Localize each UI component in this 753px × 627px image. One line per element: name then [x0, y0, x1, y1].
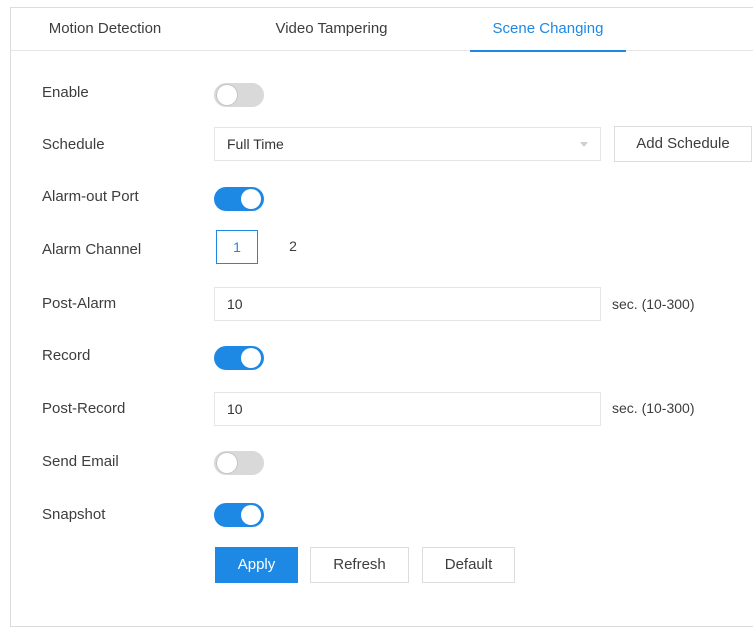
record-toggle[interactable] — [214, 346, 264, 370]
send-email-toggle[interactable] — [214, 451, 264, 475]
alarm-channel-option-2[interactable]: 2 — [272, 230, 314, 264]
schedule-selected-value: Full Time — [227, 136, 284, 152]
apply-button[interactable]: Apply — [215, 547, 298, 583]
tab-bar: Motion Detection Video Tampering Scene C… — [10, 7, 753, 52]
snapshot-label: Snapshot — [42, 506, 106, 523]
toggle-knob — [241, 189, 261, 209]
toggle-knob — [217, 85, 237, 105]
schedule-select[interactable]: Full Time — [214, 127, 601, 161]
post-alarm-label: Post-Alarm — [42, 295, 117, 312]
enable-label: Enable — [42, 84, 89, 101]
post-alarm-input[interactable] — [214, 287, 601, 321]
post-record-input[interactable] — [214, 392, 601, 426]
refresh-button[interactable]: Refresh — [310, 547, 409, 583]
toggle-knob — [241, 348, 261, 368]
toggle-knob — [217, 453, 237, 473]
toggle-knob — [241, 505, 261, 525]
default-button[interactable]: Default — [422, 547, 515, 583]
add-schedule-button[interactable]: Add Schedule — [614, 126, 752, 162]
alarm-out-port-toggle[interactable] — [214, 187, 264, 211]
enable-toggle[interactable] — [214, 83, 264, 107]
chevron-down-icon — [580, 142, 588, 147]
post-alarm-unit: sec. (10-300) — [612, 296, 695, 312]
post-record-label: Post-Record — [42, 400, 126, 417]
tab-video-tampering[interactable]: Video Tampering — [234, 7, 429, 51]
tab-motion-detection[interactable]: Motion Detection — [10, 7, 200, 51]
record-label: Record — [42, 347, 91, 364]
alarm-channel-option-1[interactable]: 1 — [216, 230, 258, 264]
post-record-unit: sec. (10-300) — [612, 400, 695, 416]
schedule-label: Schedule — [42, 136, 105, 153]
alarm-out-port-label: Alarm-out Port — [42, 188, 139, 205]
send-email-label: Send Email — [42, 453, 119, 470]
tab-scene-changing[interactable]: Scene Changing — [470, 7, 626, 52]
alarm-channel-label: Alarm Channel — [42, 241, 142, 258]
snapshot-toggle[interactable] — [214, 503, 264, 527]
